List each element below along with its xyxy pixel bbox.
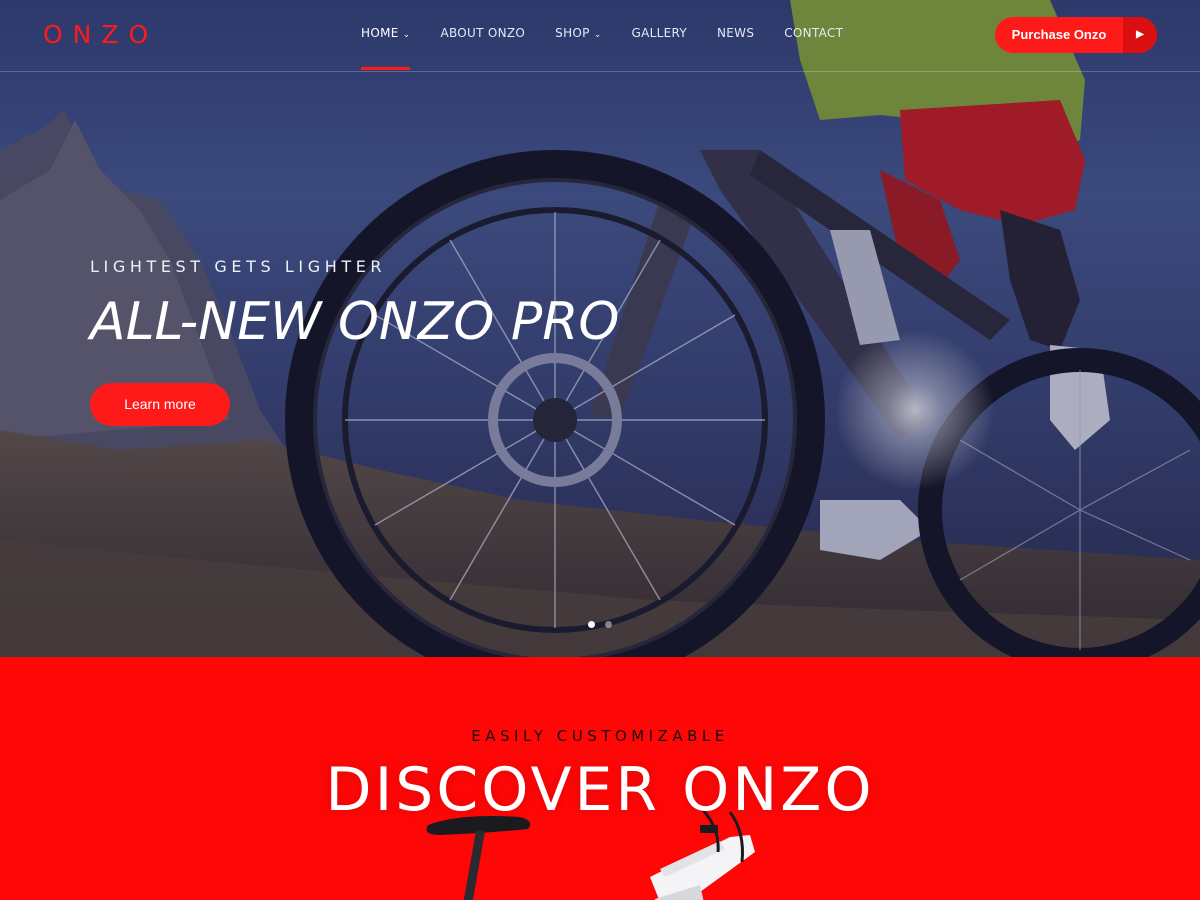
nav-item-label: NEWS	[717, 26, 755, 40]
nav-item-contact[interactable]: CONTACT	[784, 26, 843, 40]
chevron-down-icon: ⌄	[402, 30, 411, 40]
slider-dot-1[interactable]	[588, 621, 595, 628]
site-header: ONZO HOME ⌄ ABOUT ONZO SHOP ⌄ GALLERY NEWS…	[0, 0, 1200, 72]
learn-more-button[interactable]: Learn more	[90, 383, 230, 426]
nav-item-about[interactable]: ABOUT ONZO	[440, 26, 525, 40]
section-title: DISCOVER ONZO	[325, 755, 875, 825]
main-nav: HOME ⌄ ABOUT ONZO SHOP ⌄ GALLERY NEWS CONT…	[361, 26, 873, 70]
active-nav-indicator	[361, 67, 411, 70]
nav-item-label: ABOUT ONZO	[440, 26, 526, 40]
slider-pagination	[588, 621, 612, 628]
nav-item-label: CONTACT	[784, 26, 844, 40]
section-eyebrow: EASILY CUSTOMIZABLE	[471, 727, 729, 745]
hero-title: ALL-NEW ONZO PRO	[90, 292, 620, 352]
caret-right-icon: ▶	[1123, 17, 1157, 53]
slider-dot-2[interactable]	[605, 621, 612, 628]
nav-item-home[interactable]: HOME ⌄	[361, 26, 411, 70]
purchase-button[interactable]: Purchase Onzo ▶	[995, 17, 1157, 53]
nav-item-label: GALLERY	[631, 26, 687, 40]
discover-section: EASILY CUSTOMIZABLE DISCOVER ONZO	[0, 657, 1200, 900]
purchase-button-label: Purchase Onzo	[1011, 27, 1107, 42]
hero-eyebrow: LIGHTEST GETS LIGHTER	[90, 257, 387, 276]
nav-item-label: SHOP	[555, 26, 590, 40]
nav-item-shop[interactable]: SHOP ⌄	[555, 26, 601, 40]
nav-item-gallery[interactable]: GALLERY	[632, 26, 687, 40]
site-logo[interactable]: ONZO	[43, 20, 158, 49]
chevron-down-icon: ⌄	[593, 30, 602, 40]
nav-item-label: HOME	[361, 26, 399, 40]
nav-item-news[interactable]: NEWS	[717, 26, 754, 40]
